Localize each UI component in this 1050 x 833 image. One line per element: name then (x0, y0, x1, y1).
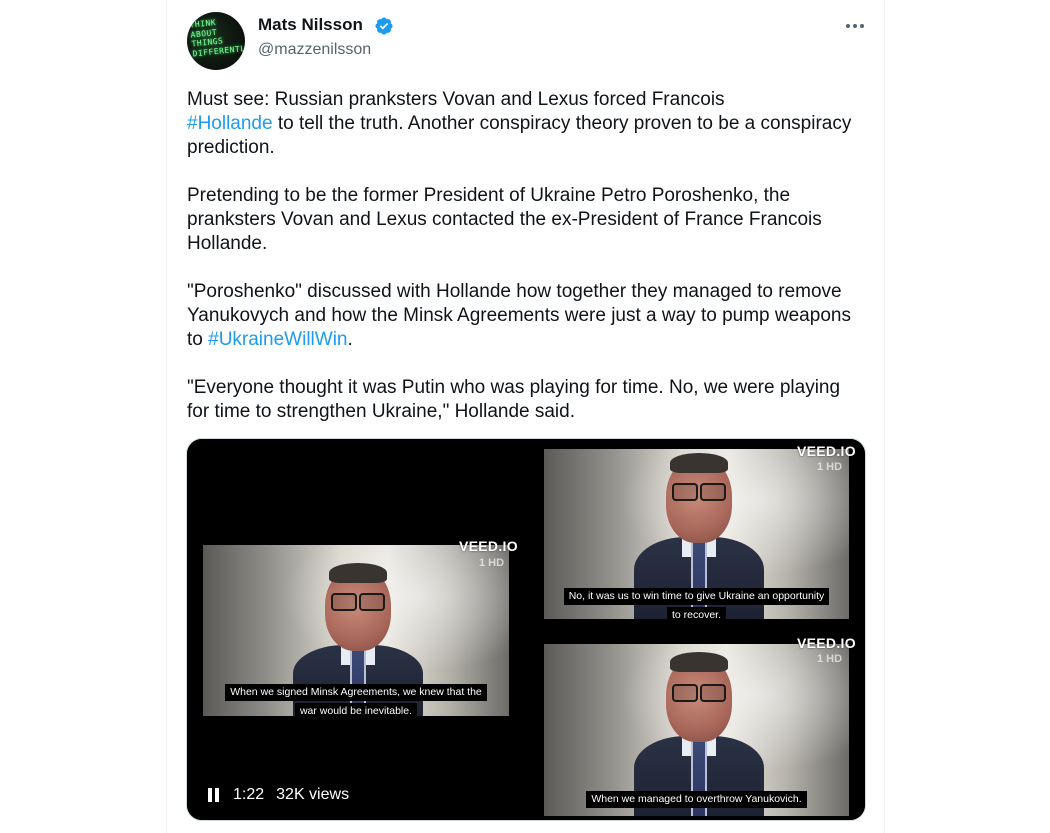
glasses-left (672, 684, 698, 702)
subtitle-line-1: When we signed Minsk Agreements, we knew… (225, 684, 487, 701)
veed-watermark: VEED.IO (459, 538, 518, 554)
subtitle-caption: When we managed to overthrow Yanukovich. (544, 789, 849, 808)
more-options-icon (846, 24, 864, 28)
subtitle-caption: No, it was us to win time to give Ukrain… (544, 586, 849, 624)
hair (329, 563, 387, 583)
subtitle-caption: When we signed Minsk Agreements, we knew… (203, 682, 509, 720)
more-options-button[interactable] (840, 12, 870, 40)
tweet-text-segment: Must see: Russian pranksters Vovan and L… (187, 89, 725, 110)
pause-icon[interactable] (207, 787, 221, 803)
tweet-paragraph-4: "Everyone thought it was Putin who was p… (187, 377, 841, 422)
glasses-left (672, 483, 698, 501)
media-grid: VEED.IO 1 HD When we signed Minsk Agreem… (186, 438, 866, 821)
verified-badge-icon (375, 17, 393, 35)
veed-watermark: VEED.IO (797, 635, 856, 651)
tweet-paragraph-2: Pretending to be the former President of… (187, 185, 822, 254)
subtitle-line-2: war would be inevitable. (294, 703, 418, 720)
author-handle[interactable]: @mazzenilsson (258, 41, 371, 59)
media-image-top[interactable]: VEED.IO 1 HD No, it was us to win time t… (528, 439, 865, 628)
media-image-bottom[interactable]: VEED.IO 1 HD When we managed to overthro… (528, 631, 865, 820)
channel-logo: 1 HD (817, 461, 843, 473)
veed-watermark: VEED.IO (797, 443, 856, 459)
author-avatar[interactable]: THINK ABOUT THINGS DIFFERENTLY (187, 12, 245, 70)
subtitle-line-1: When we managed to overthrow Yanukovich. (586, 791, 807, 808)
subtitle-line-1: No, it was us to win time to give Ukrain… (563, 588, 830, 605)
subtitle-line-2: to recover. (666, 607, 727, 624)
hashtag-hollande-link[interactable]: #Hollande (187, 113, 273, 134)
timeline-left-border (166, 0, 167, 833)
tweet-paragraph-3: "Poroshenko" discussed with Hollande how… (187, 280, 867, 352)
tweet-text-segment: to tell the truth. Another conspiracy th… (187, 113, 852, 158)
channel-logo: 1 HD (479, 557, 505, 569)
glasses-left (331, 593, 357, 611)
view-count: 32K views (276, 786, 350, 803)
tweet-text: Must see: Russian pranksters Vovan and L… (187, 88, 867, 424)
hashtag-ukrainewillwin-link[interactable]: #UkraineWillWin (208, 329, 347, 350)
timeline-right-border (884, 0, 885, 833)
glasses-right (700, 684, 726, 702)
avatar-image-text: THINK ABOUT THINGS DIFFERENTLY (189, 17, 245, 59)
video-controls: 1:22 32K views (207, 786, 349, 804)
tweet-paragraph-1: Must see: Russian pranksters Vovan and L… (187, 88, 867, 160)
video-time: 1:22 (233, 786, 265, 803)
glasses-right (359, 593, 385, 611)
author-display-name[interactable]: Mats Nilsson (258, 15, 363, 35)
glasses-right (700, 483, 726, 501)
tweet-text-segment: . (347, 329, 353, 350)
hair (670, 453, 728, 473)
channel-logo: 1 HD (817, 653, 843, 665)
hair (670, 652, 728, 672)
video-player[interactable]: VEED.IO 1 HD When we signed Minsk Agreem… (187, 439, 525, 820)
